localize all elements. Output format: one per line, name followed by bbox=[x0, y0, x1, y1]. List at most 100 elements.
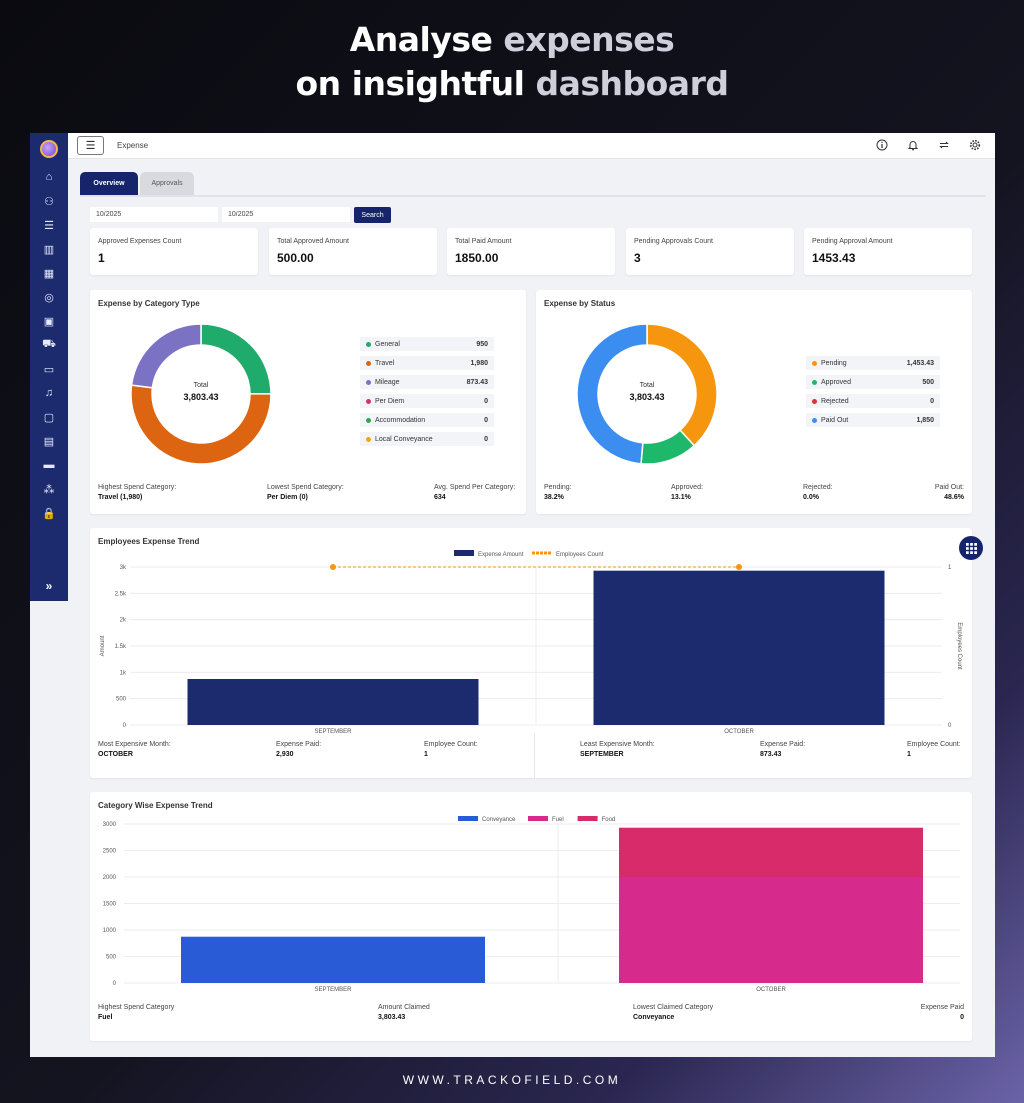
legend-dot bbox=[366, 436, 371, 442]
y-tick-label: 2000 bbox=[103, 875, 117, 881]
apps-grid-button[interactable] bbox=[959, 536, 983, 560]
donut-total-label: Total bbox=[193, 382, 209, 389]
legend-label: Paid Out bbox=[821, 416, 849, 424]
y-tick-label: 2.5k bbox=[115, 591, 127, 597]
category-type-card: Expense by Category Type Total 3,803.43 … bbox=[90, 290, 526, 514]
gear-icon[interactable] bbox=[968, 138, 981, 151]
lock-icon[interactable]: 🔒 bbox=[30, 501, 68, 525]
line-point-employees-count[interactable] bbox=[736, 564, 742, 570]
y-tick-label: 2k bbox=[120, 618, 127, 624]
kpi-card: Total Paid Amount 1850.00 bbox=[447, 228, 615, 275]
calendar-icon[interactable]: ▦ bbox=[30, 261, 68, 285]
card-title: Expense by Category Type bbox=[98, 299, 200, 308]
legend-swatch-expense-amount bbox=[454, 550, 474, 556]
legend-value: 1,453.43 bbox=[906, 359, 934, 367]
x-tick-label: SEPTEMBER bbox=[314, 729, 352, 735]
team-icon[interactable]: ⚇ bbox=[30, 189, 68, 213]
target-icon[interactable]: ◎ bbox=[30, 285, 68, 309]
bar-expense-amount[interactable] bbox=[593, 570, 885, 725]
legend-item[interactable]: Travel 1,980 bbox=[360, 356, 494, 370]
legend-label-employees-count: Employees Count bbox=[556, 552, 604, 558]
legend-dot bbox=[366, 398, 371, 404]
sidebar-expand-button[interactable]: » bbox=[30, 579, 68, 593]
bar-conveyance[interactable] bbox=[181, 936, 485, 983]
status-card: Expense by Status Total 3,803.43 Pending… bbox=[536, 290, 972, 514]
donut-slice-mileage[interactable] bbox=[130, 323, 202, 389]
stat-amount-claimed: Amount Claimed 3,803.43 bbox=[378, 1004, 430, 1021]
hero-line-2: on insightful dashboard bbox=[295, 64, 729, 103]
app-window: ⌂ ⚇ ☰ ▥ ▦ ◎ ▣ ⛟ ▭ ♫ ▢ ▤ ▬ ⁂ 🔒 » ☰ Expense Overview App… bbox=[30, 133, 995, 1057]
cart-icon[interactable]: ⛟ bbox=[30, 333, 68, 357]
legend-label: Accommodation bbox=[375, 416, 426, 424]
card-icon[interactable]: ▭ bbox=[30, 357, 68, 381]
bar-fuel[interactable] bbox=[619, 877, 923, 983]
tab-bar: Overview Approvals bbox=[80, 172, 196, 195]
legend-item[interactable]: Rejected 0 bbox=[806, 394, 940, 408]
bag-icon[interactable]: ▣ bbox=[30, 309, 68, 333]
stat-paid-out: Paid Out: 48.6% bbox=[934, 484, 964, 501]
category-legend: General 950 Travel 1,980 Mileage 873.43 Per Di… bbox=[360, 337, 494, 451]
legend-value: 1,980 bbox=[470, 359, 488, 367]
legend-value: 873.43 bbox=[466, 378, 488, 386]
bar-food[interactable] bbox=[619, 827, 923, 877]
legend-label-expense-amount: Expense Amount bbox=[478, 552, 524, 558]
legend-value: 950 bbox=[476, 340, 488, 348]
bell-icon[interactable] bbox=[906, 138, 919, 151]
home-icon[interactable]: ⌂ bbox=[30, 165, 68, 189]
y-tick-label: 1500 bbox=[103, 902, 117, 908]
info-icon[interactable] bbox=[875, 138, 888, 151]
legend-label: General bbox=[375, 340, 400, 348]
cash-icon[interactable]: ▬ bbox=[30, 453, 68, 477]
donut-total-label: Total bbox=[639, 382, 655, 389]
donut-total-value: 3,803.43 bbox=[183, 392, 219, 402]
tasks-icon[interactable]: ☰ bbox=[30, 213, 68, 237]
y-tick-label: 0 bbox=[113, 981, 117, 987]
legend-item[interactable]: Approved 500 bbox=[806, 375, 940, 389]
stat-expense-paid: Expense Paid: 2,930 bbox=[276, 741, 322, 758]
line-point-employees-count[interactable] bbox=[330, 564, 336, 570]
legend-item[interactable]: Per Diem 0 bbox=[360, 394, 494, 408]
card-title: Employees Expense Trend bbox=[98, 537, 200, 546]
legend-item[interactable]: Local Conveyance 0 bbox=[360, 432, 494, 446]
donut-total-value: 3,803.43 bbox=[629, 392, 665, 402]
legend-item[interactable]: General 950 bbox=[360, 337, 494, 351]
legend-label-fuel: Fuel bbox=[552, 817, 564, 823]
grid-icon bbox=[965, 542, 977, 554]
chart-icon[interactable]: ▥ bbox=[30, 237, 68, 261]
legend-value: 1,850 bbox=[916, 416, 934, 424]
tab-approvals[interactable]: Approvals bbox=[140, 172, 194, 195]
stat-employee-count: Employee Count: 1 bbox=[424, 741, 478, 758]
briefcase-icon[interactable]: ▢ bbox=[30, 405, 68, 429]
legend-item[interactable]: Paid Out 1,850 bbox=[806, 413, 940, 427]
kpi-card: Total Approved Amount 500.00 bbox=[269, 228, 437, 275]
stat-pending: Pending: 38.2% bbox=[544, 484, 572, 501]
search-button[interactable]: Search bbox=[354, 207, 391, 223]
tab-overview[interactable]: Overview bbox=[80, 172, 138, 195]
stat-most-expensive-month: Most Expensive Month: OCTOBER bbox=[98, 741, 171, 758]
filter-bar: Search bbox=[90, 207, 391, 223]
from-month-input[interactable] bbox=[90, 207, 218, 222]
hamburger-menu-button[interactable]: ☰ bbox=[77, 136, 104, 155]
legend-dot bbox=[366, 360, 371, 366]
legend-value: 0 bbox=[930, 397, 934, 405]
legend-dot bbox=[812, 379, 817, 385]
bell-icon[interactable]: ♫ bbox=[30, 381, 68, 405]
to-month-input[interactable] bbox=[222, 207, 350, 222]
stat-highest-spend: Highest Spend Category: Travel (1,980) bbox=[98, 484, 177, 501]
sync-icon[interactable] bbox=[937, 138, 950, 151]
legend-dot bbox=[812, 398, 817, 404]
legend-item[interactable]: Accommodation 0 bbox=[360, 413, 494, 427]
legend-item[interactable]: Mileage 873.43 bbox=[360, 375, 494, 389]
legend-swatch-food bbox=[577, 816, 598, 821]
kpi-label: Total Paid Amount bbox=[455, 238, 512, 245]
legend-item[interactable]: Pending 1,453.43 bbox=[806, 356, 940, 370]
clipboard-icon[interactable]: ▤ bbox=[30, 429, 68, 453]
bar-expense-amount[interactable] bbox=[187, 678, 479, 725]
kpi-label: Approved Expenses Count bbox=[98, 238, 182, 245]
y-tick-label: 1000 bbox=[103, 928, 117, 934]
legend-dot bbox=[812, 417, 817, 423]
hero-line-1: Analyse expenses bbox=[349, 20, 675, 59]
legend-label: Travel bbox=[375, 359, 395, 367]
hierarchy-icon[interactable]: ⁂ bbox=[30, 477, 68, 501]
stat-approved: Approved: 13.1% bbox=[671, 484, 703, 501]
